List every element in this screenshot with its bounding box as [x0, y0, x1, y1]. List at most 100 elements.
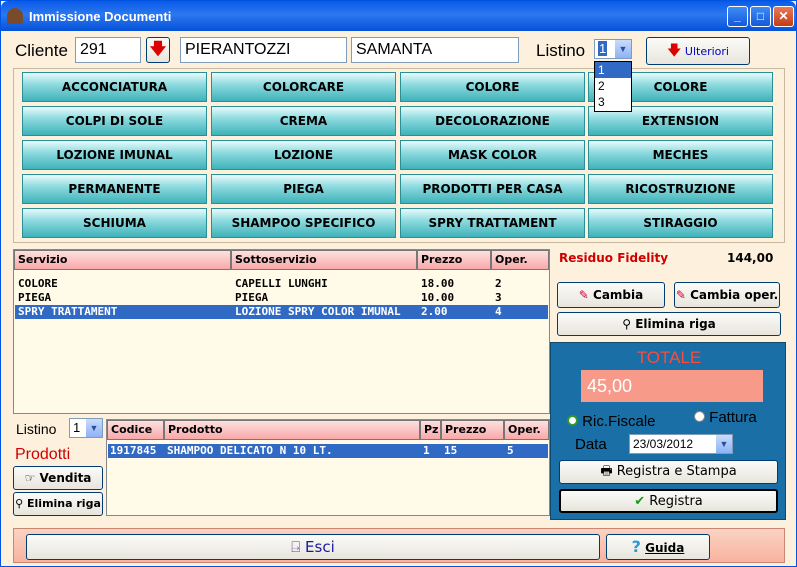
printer-icon: 🖶 — [600, 464, 613, 479]
service-button-colore[interactable]: COLORE — [400, 72, 585, 102]
table-cell: 4 — [495, 305, 502, 318]
table-cell: PIEGA — [18, 291, 52, 304]
table-cell: SPRY TRATTAMENT — [18, 305, 118, 318]
column-header[interactable]: Sottoservizio — [231, 250, 417, 270]
cliente-label: Cliente — [15, 41, 68, 60]
data-picker[interactable]: 23/03/2012 ▼ — [629, 434, 733, 454]
table-cell: LOZIONE SPRY COLOR IMUNAL — [235, 305, 401, 318]
column-header[interactable]: Prodotto — [164, 420, 420, 440]
table-row[interactable]: 1917845 SHAMPOO DELICATO N 10 LT. 1 15 5 — [108, 444, 548, 458]
esci-button[interactable]: ⍈ Esci — [26, 534, 600, 560]
registra-stampa-button[interactable]: 🖶 Registra e Stampa — [559, 460, 778, 484]
radio-icon — [694, 411, 705, 422]
column-header[interactable]: Prezzo — [417, 250, 491, 270]
registra-button[interactable]: ✔ Registra — [559, 489, 778, 513]
guida-button[interactable]: ? Guida — [606, 534, 710, 560]
cognome-field[interactable]: PIERANTOZZI — [180, 37, 347, 63]
service-button-prodotti-per-casa[interactable]: PRODOTTI PER CASA — [400, 174, 585, 204]
elimina-riga-prodotti-button[interactable]: ⚲ Elimina riga — [13, 492, 103, 516]
table-row[interactable]: PIEGA PIEGA 10.00 3 — [15, 291, 548, 305]
maximize-button[interactable]: □ — [750, 6, 771, 27]
fattura-radio[interactable]: Fattura — [694, 409, 757, 426]
service-button-schiuma[interactable]: SCHIUMA — [22, 208, 207, 238]
service-button-ricostruzione[interactable]: RICOSTRUZIONE — [588, 174, 773, 204]
service-button-colpi-di-sole[interactable]: COLPI DI SOLE — [22, 106, 207, 136]
services-grid: ACCONCIATURACOLORCARECOLORECOLORE SEMIPE… — [13, 68, 785, 243]
cambia-prezzo-button[interactable]: ✎ Cambia prezzo — [557, 282, 665, 326]
listino-option[interactable]: 3 — [595, 94, 631, 110]
service-button-stiraggio[interactable]: STIRAGGIO — [588, 208, 773, 238]
vendita-button[interactable]: ☞ Vendita — [13, 466, 103, 490]
vendita-label: Vendita — [39, 471, 92, 485]
listino-dropdown-list: 123 — [594, 61, 632, 112]
pencil-icon: ✎ — [578, 288, 589, 302]
elimina-riga-servizi-label: Elimina riga — [635, 317, 716, 331]
title-bar: Immissione Documenti _ □ ✕ — [1, 1, 796, 31]
column-header[interactable]: Servizio — [14, 250, 231, 270]
registra-stampa-label: Registra e Stampa — [616, 464, 737, 479]
chevron-down-icon: ▼ — [716, 435, 732, 453]
service-button-lozione-ristrutturante[interactable]: LOZIONE RISTRUTTURANTE — [211, 140, 396, 190]
cambia-oper-button[interactable]: ✎ Cambia oper. — [674, 282, 780, 308]
service-button-mask-color[interactable]: MASK COLOR — [400, 140, 585, 170]
binoculars-icon: ⚲ — [15, 497, 24, 510]
service-button-spry-trattament[interactable]: SPRY TRATTAMENT — [400, 208, 585, 238]
column-header[interactable]: Prezzo — [441, 420, 504, 440]
service-button-permanente[interactable]: PERMANENTE — [22, 174, 207, 204]
ric-fiscale-radio[interactable]: Ric.Fiscale — [567, 413, 656, 430]
arrow-down-icon: 🡇 — [667, 43, 682, 59]
table-row[interactable]: COLORE CAPELLI LUNGHI 18.00 2 — [15, 277, 548, 291]
nome-field[interactable]: SAMANTA — [351, 37, 519, 63]
table-cell: 2.00 — [421, 305, 448, 318]
column-header[interactable]: Oper. — [504, 420, 549, 440]
ulteriori-servizi-button[interactable]: 🡇 Ulteriori Servizi — [646, 37, 750, 84]
close-button[interactable]: ✕ — [773, 6, 794, 27]
main-window: Immissione Documenti _ □ ✕ Cliente 291 🡇… — [0, 0, 797, 567]
column-header[interactable]: Codice — [107, 420, 164, 440]
cliente-lookup-button[interactable]: 🡇 — [146, 37, 170, 63]
ric-fiscale-label: Ric.Fiscale — [582, 413, 656, 430]
chevron-down-icon: ▼ — [615, 40, 631, 58]
service-button-colorcare[interactable]: COLORCARE — [211, 72, 396, 102]
table-cell: 5 — [507, 444, 514, 457]
service-button-acconciatura[interactable]: ACCONCIATURA — [22, 72, 207, 102]
service-button-lozione-imunal[interactable]: LOZIONE IMUNAL — [22, 140, 207, 170]
cliente-code-field[interactable]: 291 — [75, 37, 141, 63]
listino-label: Listino — [536, 41, 586, 60]
service-button-decolorazione[interactable]: DECOLORAZIONE — [400, 106, 585, 136]
table-row[interactable]: SPRY TRATTAMENT LOZIONE SPRY COLOR IMUNAL… — [15, 305, 548, 319]
products-listino-value: 1 — [73, 420, 81, 435]
table-cell: COLORE — [18, 277, 58, 290]
cambia-oper-label: Cambia oper. — [690, 288, 779, 302]
column-header[interactable]: Pz — [420, 420, 441, 440]
column-header[interactable]: Oper. — [491, 250, 549, 270]
checkmark-icon: ✔ — [634, 494, 646, 509]
service-button-shampoo-specifico[interactable]: SHAMPOO SPECIFICO — [211, 208, 396, 238]
registra-label: Registra — [649, 494, 703, 509]
elimina-riga-servizi-button[interactable]: ⚲ Elimina riga — [557, 312, 781, 336]
guida-label: Guida — [645, 541, 685, 555]
products-table: Codice Prodotto Pz Prezzo Oper. 1917845 SHAMP… — [106, 419, 550, 516]
table-cell: 18.00 — [421, 277, 455, 290]
listino-option[interactable]: 1 — [595, 62, 631, 78]
fattura-label: Fattura — [709, 409, 757, 426]
service-button-meches[interactable]: MECHES — [588, 140, 773, 170]
arrow-down-icon: 🡇 — [149, 39, 167, 58]
minimize-button[interactable]: _ — [727, 6, 748, 27]
listino-select[interactable]: 1 ▼ — [594, 39, 632, 59]
services-table: Servizio Sottoservizio Prezzo Oper. COLORE C… — [13, 249, 550, 414]
listino-selected-value: 1 — [598, 41, 608, 56]
data-label: Data — [575, 436, 607, 453]
table-cell: 3 — [495, 291, 502, 304]
totale-panel: TOTALE 45,00 Ric.Fiscale Fattura Data 23… — [550, 342, 786, 520]
table-cell: 2 — [495, 277, 502, 290]
binoculars-icon: ⚲ — [622, 317, 632, 331]
service-button-crema[interactable]: CREMA — [211, 106, 396, 136]
listino-option[interactable]: 2 — [595, 78, 631, 94]
products-listino-select[interactable]: 1 ▼ — [69, 418, 103, 438]
hand-pointer-icon: ☞ — [24, 471, 36, 485]
fidelity-value: 144,00 — [727, 251, 774, 265]
table-cell: SHAMPOO DELICATO N 10 LT. — [167, 444, 333, 457]
table-cell: CAPELLI LUNGHI — [235, 277, 328, 290]
service-button-piega[interactable]: PIEGA — [211, 174, 396, 204]
